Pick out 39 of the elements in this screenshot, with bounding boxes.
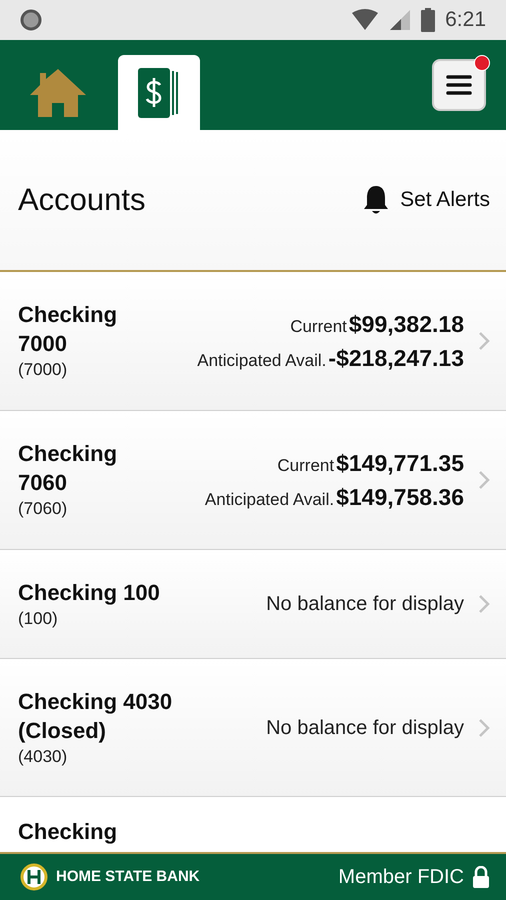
account-name: Checking 100 [18, 578, 160, 606]
account-number: (4030) [18, 746, 68, 768]
bank-logo-icon [20, 863, 48, 891]
current-balance: $99,382.18 [348, 310, 464, 338]
set-alerts-button[interactable]: Set Alerts [362, 184, 490, 216]
available-label: Anticipated Avail. [204, 489, 334, 511]
no-balance-message: No balance for display [266, 592, 464, 617]
account-name: Checking 4030 (Closed) [18, 688, 174, 744]
account-number: (7000) [18, 359, 68, 381]
menu-button[interactable] [432, 59, 486, 111]
house-icon [28, 66, 88, 118]
menu-icon [446, 74, 472, 96]
account-name: Checking 7060 [18, 440, 118, 497]
nav-tab[interactable] [118, 55, 200, 130]
no-balance-message: No balance for display [266, 716, 464, 740]
available-label: Anticipated Avail. [197, 350, 326, 372]
chevron-right-icon [478, 718, 490, 738]
current-label: Current [277, 454, 334, 476]
available-balance: -$218,247.13 [328, 344, 464, 373]
chevron-right-icon [478, 470, 490, 490]
page-title: Accounts [18, 180, 146, 219]
signal-icon [389, 9, 412, 31]
lock-icon [472, 866, 490, 888]
chevron-right-icon [478, 594, 490, 614]
clock: 6:21 [445, 7, 486, 34]
account-name: Checking [18, 818, 118, 846]
account-number: (7060) [18, 498, 68, 520]
battery-icon [421, 8, 436, 32]
account-number: (100) [18, 608, 59, 630]
bell-icon [362, 184, 390, 216]
member-fdic: Member FDIC [338, 865, 464, 890]
account-name: Checking 7000 [18, 301, 118, 358]
chevron-right-icon [478, 331, 490, 351]
wifi-icon [351, 9, 380, 31]
current-label: Current [290, 316, 347, 338]
available-balance: $149,758.36 [336, 483, 464, 512]
circle-icon [20, 9, 42, 31]
current-balance: $149,771.35 [336, 448, 464, 478]
bank-name: HOME STATE BANK [56, 866, 200, 887]
